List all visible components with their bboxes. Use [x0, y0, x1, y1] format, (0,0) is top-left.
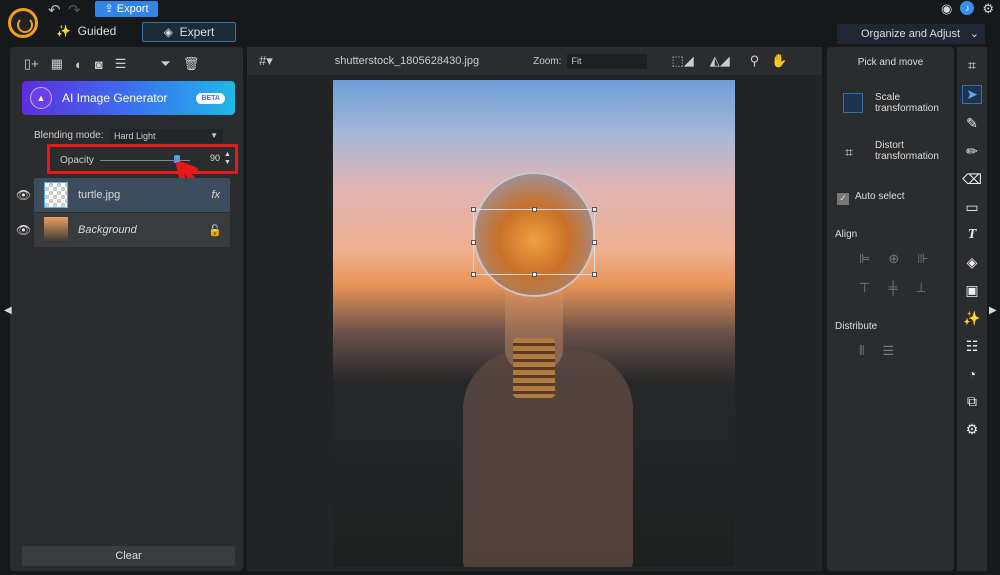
collapse-left-icon[interactable]: ◀: [4, 305, 12, 316]
align-middle-icon[interactable]: ╪: [888, 280, 897, 296]
zoom-label: Zoom:: [533, 55, 562, 67]
blending-mode-value: Hard Light: [114, 131, 156, 141]
opacity-label: Opacity: [60, 155, 94, 166]
layer-menu-icon[interactable]: ☰: [115, 56, 127, 72]
layer-thumbnail: [44, 217, 68, 243]
ai-label: AI Image Generator: [62, 91, 168, 105]
dropdown-arrow-icon: ▼: [210, 131, 218, 140]
clear-label: Clear: [115, 550, 142, 562]
eye-icon[interactable]: 👁: [16, 188, 31, 202]
new-layer-icon[interactable]: ▯+: [24, 56, 39, 72]
notification-bell-icon[interactable]: ♪: [960, 1, 975, 15]
crop-icon[interactable]: ⌗: [968, 57, 976, 74]
gradient-icon[interactable]: ▣: [965, 282, 978, 299]
clone-icon[interactable]: ⧉: [967, 393, 977, 410]
guided-label: Guided: [77, 24, 117, 38]
redo-icon[interactable]: ↷: [68, 1, 81, 19]
tool-options-panel: Pick and move Scale transformation ⌗ Dis…: [827, 47, 954, 571]
add-image-icon[interactable]: ▦: [51, 56, 63, 72]
scale-icon[interactable]: [843, 93, 863, 113]
blending-mode-label: Blending mode:: [34, 130, 104, 141]
layer-row-turtle[interactable]: turtle.jpg fx: [34, 178, 230, 212]
tool-bar: ⌗ ➤ ✎ ✏ ⌫ ▭ T ◈ ▣ ✨ ☷ ◔ ⧉ ⚙: [957, 47, 987, 571]
chevron-down-icon: ⌄: [969, 28, 979, 40]
export-label: Export: [116, 3, 149, 15]
smart-brush-icon[interactable]: ✎: [966, 115, 978, 132]
distribute-buttons[interactable]: ⫴ ☰: [859, 343, 894, 359]
rectangle-icon[interactable]: ▭: [965, 199, 978, 216]
scale-transformation-button[interactable]: Scale transformation: [875, 92, 945, 114]
clear-button[interactable]: Clear: [22, 546, 235, 566]
blending-mode-select[interactable]: Hard Light ▼: [110, 129, 223, 143]
magic-wand-icon[interactable]: ✨: [963, 310, 980, 327]
layer-name: Background: [78, 224, 137, 236]
layer-row-background[interactable]: Background 🔓: [34, 213, 230, 247]
rotate-icon[interactable]: ⬚◢: [671, 53, 693, 69]
undo-icon[interactable]: ↶: [48, 1, 61, 19]
auto-select-checkbox[interactable]: ✓: [837, 193, 849, 205]
collapse-right-icon[interactable]: ▶: [989, 305, 997, 316]
distribute-horizontal-icon[interactable]: ⫴: [859, 343, 864, 359]
ai-image-generator-button[interactable]: ▲ AI Image Generator BETA: [22, 81, 235, 115]
trash-icon[interactable]: 🗑: [183, 56, 200, 72]
account-icon[interactable]: ◉: [941, 1, 952, 17]
expert-tab[interactable]: ◈ Expert: [142, 22, 236, 42]
grid-icon[interactable]: #▾: [259, 53, 273, 69]
align-center-icon[interactable]: ⊕: [888, 251, 899, 267]
layer-name: turtle.jpg: [78, 189, 121, 201]
align-left-icon[interactable]: ⊫: [859, 251, 870, 267]
eraser-icon[interactable]: ⌫: [962, 171, 982, 188]
canvas-toolbar: #▾ shutterstock_1805628430.jpg Zoom: Fit…: [247, 47, 822, 75]
align-vertical-buttons[interactable]: ⊤ ╪ ⊥: [859, 280, 927, 296]
filename: shutterstock_1805628430.jpg: [334, 55, 480, 67]
text-icon[interactable]: T: [968, 227, 977, 243]
color-icon[interactable]: ◔: [968, 366, 976, 382]
align-horizontal-buttons[interactable]: ⊫ ⊕ ⊪: [859, 251, 929, 267]
pencil-icon[interactable]: ✏: [966, 143, 978, 160]
ai-image-icon: ▲: [30, 87, 52, 109]
canvas-area: #▾ shutterstock_1805628430.jpg Zoom: Fit…: [247, 47, 822, 571]
zoom-tool-icon[interactable]: ⚲: [750, 53, 760, 69]
bulb-base: [513, 338, 555, 398]
panel-title: Pick and move: [857, 57, 924, 68]
layers-toolbar: ▯+ ▦ ◐ ◙ ☰ ⏷ 🗑: [10, 51, 243, 77]
zoom-value: Fit: [571, 55, 582, 66]
eye-icon[interactable]: 👁: [16, 223, 31, 237]
workspace-dropdown[interactable]: Organize and Adjust ⌄: [837, 24, 985, 44]
fx-icon[interactable]: fx: [211, 189, 220, 201]
distribute-vertical-icon[interactable]: ☰: [882, 343, 894, 359]
distribute-label: Distribute: [835, 321, 878, 332]
move-tool-icon[interactable]: ➤: [962, 85, 982, 104]
flip-icon[interactable]: ◭◢: [710, 53, 730, 69]
align-bottom-icon[interactable]: ⊥: [916, 280, 927, 296]
adjustment-icon[interactable]: ◐: [75, 57, 83, 72]
hand-tool-icon[interactable]: ✋: [771, 53, 787, 69]
zoom-select[interactable]: Fit: [567, 53, 648, 69]
layer-thumbnail: [44, 182, 68, 208]
layers-panel: ▯+ ▦ ◐ ◙ ☰ ⏷ 🗑 ▲ AI Image Generator BETA…: [10, 47, 243, 571]
align-right-icon[interactable]: ⊪: [917, 251, 928, 267]
auto-select-label: Auto select: [855, 191, 905, 202]
settings-icon[interactable]: ⚙: [966, 421, 979, 438]
guided-tab[interactable]: ✨ Guided: [56, 24, 116, 38]
align-label: Align: [835, 229, 858, 240]
photo-canvas[interactable]: [333, 80, 735, 567]
distort-icon[interactable]: ⌗: [845, 144, 853, 161]
settings-gear-icon[interactable]: ⚙: [982, 1, 994, 17]
expert-label: Expert: [179, 25, 215, 39]
selection-box[interactable]: [471, 207, 597, 277]
workspace-label: Organize and Adjust: [861, 28, 961, 40]
adjustments-icon[interactable]: ☷: [966, 338, 979, 355]
lock-icon[interactable]: 🔓: [208, 224, 222, 237]
distort-transformation-button[interactable]: Distort transformation: [875, 140, 945, 162]
filter-icon[interactable]: ⏷: [160, 56, 170, 72]
beta-badge: BETA: [196, 92, 225, 104]
mask-icon[interactable]: ◙: [95, 57, 103, 72]
top-icons: ◉ ♪ ⚙: [941, 1, 994, 17]
paint-bucket-icon[interactable]: ◈: [967, 254, 978, 271]
align-top-icon[interactable]: ⊤: [859, 280, 870, 296]
export-button[interactable]: ⇪ Export: [95, 1, 158, 17]
opacity-stepper[interactable]: ▲ ▼: [224, 151, 231, 167]
app-logo: [8, 8, 38, 38]
